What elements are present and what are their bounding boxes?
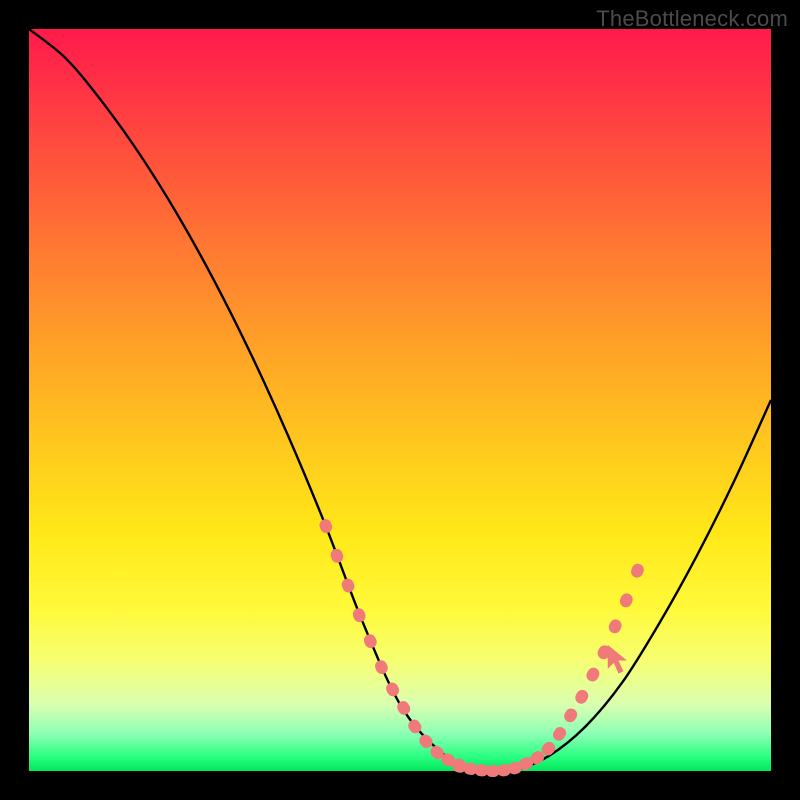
highlight-blobs-right (539, 562, 645, 758)
plot-area (29, 29, 771, 771)
highlight-blobs-left (318, 517, 469, 773)
cursor-arrow-icon (608, 645, 627, 674)
bottleneck-curve (29, 29, 771, 773)
chart-frame: TheBottleneck.com (0, 0, 800, 800)
watermark-text: TheBottleneck.com (596, 6, 788, 32)
highlight-blobs-bottom (451, 740, 557, 777)
curve-svg (29, 29, 771, 771)
